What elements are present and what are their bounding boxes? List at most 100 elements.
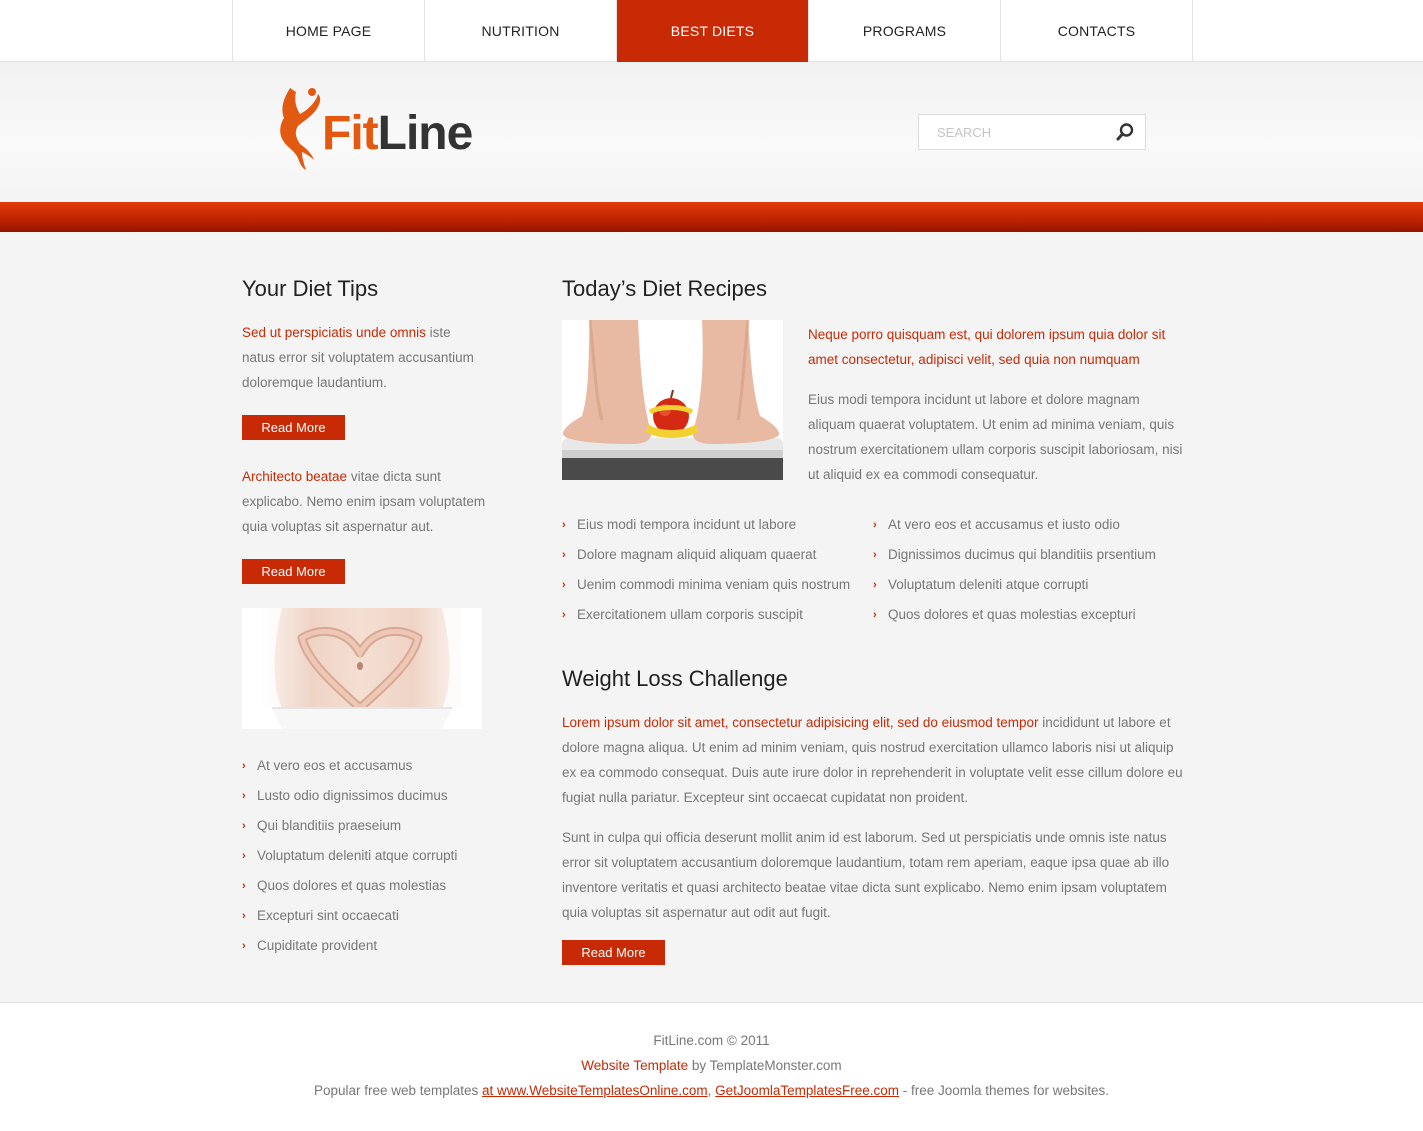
websitetemplatesonline-link[interactable]: at www.WebsiteTemplatesOnline.com	[482, 1083, 708, 1098]
list-item-text: Voluptatum deleniti atque corrupti	[257, 848, 458, 863]
arrow-icon: ›	[562, 519, 566, 531]
feet-on-scale-image	[562, 319, 783, 480]
arrow-icon: ›	[873, 549, 877, 561]
tip-text: Sed ut perspiciatis unde omnis iste natu…	[242, 320, 487, 395]
right-column: Today’s Diet Recipes Neque porro quisqua…	[562, 276, 1184, 965]
arrow-icon: ›	[562, 609, 566, 621]
site-footer: FitLine.com © 2011 Website Template by T…	[0, 1002, 1423, 1131]
main-content: Your Diet Tips Sed ut perspiciatis unde …	[0, 232, 1423, 1002]
nav-item-programs[interactable]: PROGRAMS	[809, 0, 1001, 62]
logo-line: Line	[377, 107, 474, 160]
list-item: › Voluptatum deleniti atque corrupti	[873, 570, 1184, 600]
list-item-text: Cupiditate provident	[257, 938, 378, 953]
footer-copyright: FitLine.com © 2011	[653, 1033, 770, 1048]
list-item: › At vero eos et accusamus et iusto odio	[873, 510, 1184, 540]
arrow-icon: ›	[873, 579, 877, 591]
list-item-text: Qui blanditiis praeseium	[257, 818, 402, 833]
tip-text: Architecto beatae vitae dicta sunt expli…	[242, 464, 487, 539]
search-button[interactable]	[1109, 115, 1141, 149]
list-item-text: At vero eos et accusamus et iusto odio	[888, 517, 1120, 532]
arrow-icon: ›	[562, 549, 566, 561]
list-item-text: Dignissimos ducimus qui blanditiis prsen…	[888, 547, 1156, 562]
list-item: › Dignissimos ducimus qui blanditiis prse…	[873, 540, 1184, 570]
recipe-block: Neque porro quisquam est, qui dolorem ip…	[562, 319, 1184, 487]
list-item: › Cupiditate provident	[242, 931, 487, 961]
diet-tips-title: Your Diet Tips	[242, 276, 379, 301]
logo-wordmark: FitLine	[322, 107, 474, 160]
website-template-link[interactable]: Website Template	[581, 1058, 688, 1073]
arrow-icon: ›	[242, 790, 246, 802]
list-item-text: Lusto odio dignissimos ducimus	[257, 788, 448, 803]
left-bullet-list: › At vero eos et accusamus › Lusto odio di…	[242, 751, 487, 961]
list-item: › Uenim commodi minima veniam quis nostru…	[562, 570, 873, 600]
nav-item-contacts[interactable]: CONTACTS	[1001, 0, 1193, 62]
arrow-icon: ›	[562, 579, 566, 591]
tip-highlight-link[interactable]: Architecto beatae	[242, 469, 347, 484]
search-box	[918, 114, 1146, 150]
arrow-icon: ›	[242, 760, 246, 772]
arrow-icon: ›	[873, 609, 877, 621]
recipe-text: Neque porro quisquam est, qui dolorem ip…	[808, 320, 1184, 487]
list-item-text: Voluptatum deleniti atque corrupti	[888, 577, 1089, 592]
recipe-lists: › Eius modi tempora incidunt ut labore › D…	[562, 510, 1184, 630]
footer-separator: ,	[707, 1083, 716, 1098]
list-item-text: Eius modi tempora incidunt ut labore	[577, 517, 797, 532]
arrow-icon: ›	[242, 820, 246, 832]
list-item-text: Uenim commodi minima veniam quis nostrum	[577, 577, 851, 592]
list-item: › Quos dolores et quas molestias	[242, 871, 487, 901]
red-divider-band	[0, 202, 1423, 232]
weight-loss-paragraph-2: Sunt in culpa qui officia deserunt molli…	[562, 830, 1170, 920]
arrow-icon: ›	[242, 850, 246, 862]
recipe-list-right: › At vero eos et accusamus et iusto odio …	[873, 510, 1184, 630]
list-item: › Exercitationem ullam corporis suscipit	[562, 600, 873, 630]
nav-item-nutrition[interactable]: NUTRITION	[425, 0, 617, 62]
read-more-button[interactable]: Read More	[562, 940, 665, 965]
weight-loss-highlight-link[interactable]: Lorem ipsum dolor sit amet, consectetur …	[562, 715, 1038, 730]
arrow-icon: ›	[242, 910, 246, 922]
nav-item-home-page[interactable]: HOME PAGE	[233, 0, 425, 62]
list-item-text: At vero eos et accusamus	[257, 758, 413, 773]
list-item: › Excepturi sint occaecati	[242, 901, 487, 931]
list-item: › At vero eos et accusamus	[242, 751, 487, 781]
footer-credit: Website Template by TemplateMonster.com	[0, 1053, 1423, 1078]
list-item: › Lusto odio dignissimos ducimus	[242, 781, 487, 811]
read-more-button[interactable]: Read More	[242, 415, 345, 440]
read-more-button[interactable]: Read More	[242, 559, 345, 584]
list-item-text: Quos dolores et quas molestias	[257, 878, 447, 893]
list-item-text: Excepturi sint occaecati	[257, 908, 399, 923]
nav-item-best-diets[interactable]: BEST DIETS	[617, 0, 809, 62]
arrow-icon: ›	[242, 880, 246, 892]
search-icon	[1116, 123, 1134, 141]
footer-credit-text: by TemplateMonster.com	[688, 1058, 842, 1073]
list-item-text: Quos dolores et quas molestias excepturi	[888, 607, 1136, 622]
weight-loss-section: Weight Loss Challenge Lorem ipsum dolor …	[562, 666, 1184, 965]
recipe-highlight-link[interactable]: Neque porro quisquam est, qui dolorem ip…	[808, 322, 1184, 372]
arrow-icon: ›	[242, 940, 246, 952]
search-input[interactable]	[919, 124, 1109, 140]
recipe-list-left: › Eius modi tempora incidunt ut labore › D…	[562, 510, 873, 630]
list-item: › Eius modi tempora incidunt ut labore	[562, 510, 873, 540]
tip-highlight-link[interactable]: Sed ut perspiciatis unde omnis	[242, 325, 426, 340]
logo-fit: Fit	[322, 107, 379, 160]
top-navigation: HOME PAGE NUTRITION BEST DIETS PROGRAMS …	[0, 0, 1423, 62]
footer-suffix: - free Joomla themes for websites.	[898, 1083, 1110, 1098]
list-item: › Qui blanditiis praeseium	[242, 811, 487, 841]
site-logo[interactable]: FitLine	[276, 80, 474, 172]
belly-hands-heart-image	[242, 608, 482, 729]
getjoomlatemplatesfree-link[interactable]: GetJoomlaTemplatesFree.com	[715, 1083, 899, 1098]
weight-loss-paragraph-1: Lorem ipsum dolor sit amet, consectetur …	[562, 710, 1184, 810]
diet-tip: Architecto beatae vitae dicta sunt expli…	[242, 464, 487, 584]
site-header: FitLine	[0, 62, 1423, 202]
diet-recipes-title: Today’s Diet Recipes	[562, 276, 768, 301]
weight-loss-title: Weight Loss Challenge	[562, 666, 788, 691]
left-column: Your Diet Tips Sed ut perspiciatis unde …	[242, 276, 487, 961]
footer-popular-text: Popular free web templates	[313, 1083, 483, 1098]
arrow-icon: ›	[873, 519, 877, 531]
list-item: › Voluptatum deleniti atque corrupti	[242, 841, 487, 871]
recipe-body: Eius modi tempora incidunt ut labore et …	[808, 392, 1183, 482]
list-item: › Dolore magnam aliquid aliquam quaerat	[562, 540, 873, 570]
footer-popular: Popular free web templates at www.Websit…	[0, 1078, 1423, 1103]
list-item: › Quos dolores et quas molestias exceptur…	[873, 600, 1184, 630]
list-item-text: Exercitationem ullam corporis suscipit	[577, 607, 803, 622]
runner-logo-icon	[280, 88, 321, 170]
